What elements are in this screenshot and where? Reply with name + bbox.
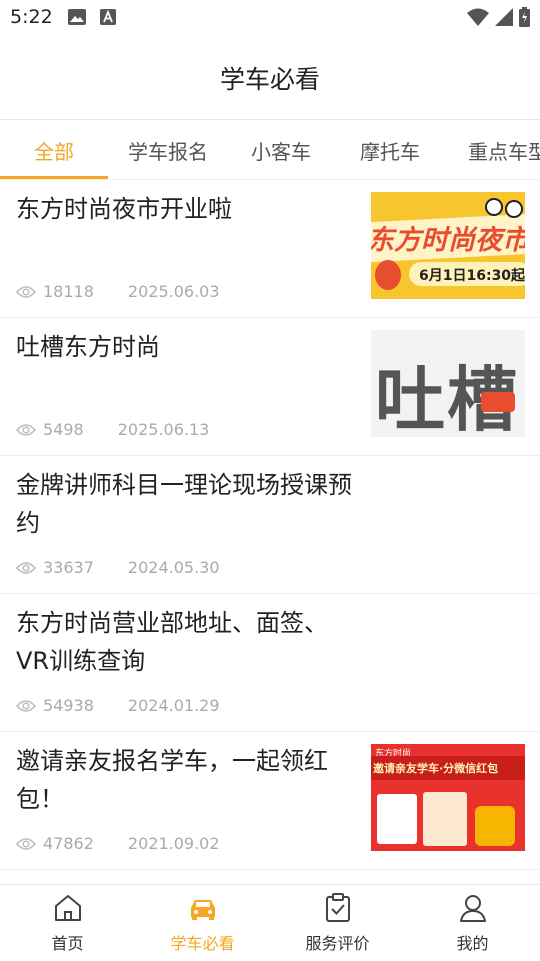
article-item[interactable]: 邀请亲友报名学车，一起领红包！ 47862 2021.09.02 东方时尚 邀请… — [0, 732, 540, 870]
article-meta: 18118 2025.06.03 — [16, 282, 220, 301]
user-icon — [459, 895, 486, 922]
tab-motorcycle[interactable]: 摩托车 — [334, 120, 446, 179]
publish-date: 2025.06.03 — [127, 282, 220, 301]
nav-label: 学车必看 — [170, 934, 235, 953]
article-item[interactable]: 东方时尚夜市开业啦 18118 2025.06.03 东方时尚夜市 6月1日16… — [0, 180, 540, 318]
tab-all[interactable]: 全部 — [0, 120, 108, 179]
article-meta: 5498 2025.06.13 — [16, 420, 209, 439]
view-count: 33637 — [43, 558, 94, 577]
home-icon — [54, 895, 81, 921]
article-item[interactable]: 吐槽东方时尚 5498 2025.06.13 吐槽 — [0, 318, 540, 456]
article-title: 东方时尚营业部地址、面签、VR训练查询 — [16, 609, 328, 675]
view-count: 5498 — [43, 420, 84, 439]
article-meta: 54938 2024.01.29 — [16, 696, 220, 715]
article-thumbnail[interactable]: 东方时尚夜市 6月1日16:30起 — [371, 192, 525, 299]
article-meta: 47862 2021.09.02 — [16, 834, 220, 853]
eye-icon — [16, 699, 36, 712]
view-count: 18118 — [43, 282, 94, 301]
nav-profile[interactable]: 我的 — [405, 885, 540, 961]
thumbnail-text: 邀请亲友学车·分微信红包 — [373, 762, 499, 775]
eye-icon — [16, 837, 36, 850]
eye-icon — [16, 285, 36, 298]
nav-label: 服务评价 — [305, 934, 370, 953]
article-item[interactable]: 金牌讲师科目一理论现场授课预约 33637 2024.05.30 — [0, 456, 540, 594]
nav-learn[interactable]: 学车必看 — [135, 885, 270, 961]
article-thumbnail[interactable]: 吐槽 — [371, 330, 525, 437]
thumbnail-text: 东方时尚夜市 — [371, 225, 525, 256]
status-bar: 5:22 — [0, 0, 540, 36]
article-list[interactable]: 东方时尚夜市开业啦 18118 2025.06.03 东方时尚夜市 6月1日16… — [0, 180, 540, 884]
tab-key-models[interactable]: 重点车型 — [446, 120, 540, 179]
tab-registration[interactable]: 学车报名 — [108, 120, 228, 179]
nav-review[interactable]: 服务评价 — [270, 885, 405, 961]
signal-icon — [495, 8, 513, 26]
category-tabs: 全部 学车报名 小客车 摩托车 重点车型 — [0, 120, 540, 180]
article-meta: 33637 2024.05.30 — [16, 558, 220, 577]
car-icon — [190, 900, 215, 920]
battery-icon — [519, 7, 530, 27]
article-title: 吐槽东方时尚 — [16, 333, 160, 361]
nav-label: 我的 — [456, 934, 489, 953]
bottom-nav: 首页 学车必看 服务评价 我的 — [0, 884, 540, 960]
active-tab-indicator — [0, 176, 108, 179]
publish-date: 2025.06.13 — [117, 420, 210, 439]
article-title: 金牌讲师科目一理论现场授课预约 — [16, 471, 352, 537]
page-title: 学车必看 — [219, 64, 320, 94]
eye-icon — [16, 423, 36, 436]
tab-small-car[interactable]: 小客车 — [228, 120, 334, 179]
thumbnail-text: 吐槽 — [375, 359, 519, 437]
article-thumbnail[interactable]: 东方时尚 邀请亲友学车·分微信红包 — [371, 744, 525, 851]
nav-home[interactable]: 首页 — [0, 885, 135, 961]
status-time: 5:22 — [10, 6, 53, 28]
view-count: 54938 — [43, 696, 94, 715]
view-count: 47862 — [43, 834, 94, 853]
article-item[interactable]: 东方时尚营业部地址、面签、VR训练查询 54938 2024.01.29 — [0, 594, 540, 732]
eye-icon — [16, 561, 36, 574]
nav-label: 首页 — [51, 934, 84, 953]
article-title: 邀请亲友报名学车，一起领红包！ — [16, 747, 328, 813]
publish-date: 2024.05.30 — [127, 558, 220, 577]
clipboard-check-icon — [325, 893, 350, 922]
article-title: 东方时尚夜市开业啦 — [16, 195, 232, 223]
wifi-icon — [467, 8, 489, 26]
image-icon — [68, 9, 86, 25]
a-font-icon — [100, 9, 116, 25]
thumbnail-subtext: 6月1日16:30起 — [419, 268, 525, 284]
publish-date: 2024.01.29 — [127, 696, 220, 715]
publish-date: 2021.09.02 — [127, 834, 220, 853]
app-header: 学车必看 — [0, 36, 540, 120]
